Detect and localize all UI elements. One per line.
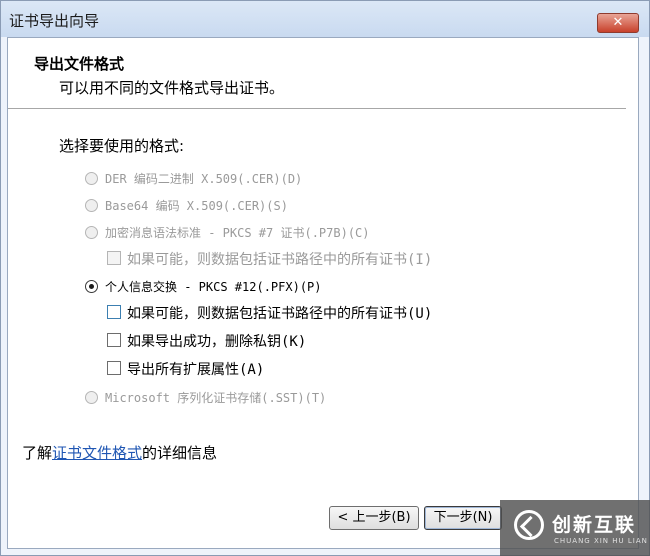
back-button[interactable]: < 上一步(B) bbox=[329, 506, 419, 530]
learn-more-prefix: 了解 bbox=[22, 444, 53, 462]
learn-more-suffix: 的详细信息 bbox=[142, 444, 218, 462]
radio-pkcs7-label: 加密消息语法标准 - PKCS #7 证书(.P7B)(C) bbox=[105, 226, 370, 240]
wizard-content: 导出文件格式 可以用不同的文件格式导出证书。 选择要使用的格式: DER 编码二… bbox=[7, 37, 639, 549]
watermark-overlay: 创新互联 CHUANG XIN HU LIAN bbox=[500, 500, 650, 556]
radio-pfx-label: 个人信息交换 - PKCS #12(.PFX)(P) bbox=[105, 280, 322, 294]
radio-button-icon[interactable] bbox=[85, 226, 98, 239]
brand-logo-icon bbox=[514, 510, 544, 540]
page-subtitle: 可以用不同的文件格式导出证书。 bbox=[59, 79, 285, 97]
watermark-brand-en: CHUANG XIN HU LIAN bbox=[554, 537, 648, 545]
close-button[interactable]: ✕ bbox=[597, 13, 639, 33]
checkbox-icon[interactable] bbox=[107, 361, 121, 375]
radio-der-label: DER 编码二进制 X.509(.CER)(D) bbox=[105, 172, 303, 186]
radio-button-selected-icon[interactable] bbox=[85, 280, 98, 293]
radio-sst-label: Microsoft 序列化证书存储(.SST)(T) bbox=[105, 391, 327, 405]
radio-button-icon[interactable] bbox=[85, 199, 98, 212]
checkbox-pkcs7-include-chain-label: 如果可能，则数据包括证书路径中的所有证书(I) bbox=[127, 252, 433, 268]
window-title: 证书导出向导 bbox=[9, 12, 100, 30]
header-divider bbox=[8, 108, 626, 109]
title-bar[interactable]: 证书导出向导 ✕ bbox=[1, 1, 649, 37]
checkbox-export-extended-properties-label: 导出所有扩展属性(A) bbox=[127, 362, 265, 378]
radio-button-icon[interactable] bbox=[85, 391, 98, 404]
checkbox-icon[interactable] bbox=[107, 251, 121, 265]
checkbox-pfx-include-chain-label: 如果可能，则数据包括证书路径中的所有证书(U) bbox=[127, 306, 433, 322]
watermark-brand-cn: 创新互联 bbox=[552, 514, 637, 536]
format-group-label: 选择要使用的格式: bbox=[59, 137, 185, 155]
checkbox-icon[interactable] bbox=[107, 305, 121, 319]
learn-more-line: 了解证书文件格式的详细信息 bbox=[22, 442, 217, 463]
radio-button-icon[interactable] bbox=[85, 172, 98, 185]
certificate-export-wizard-window: 证书导出向导 ✕ 导出文件格式 可以用不同的文件格式导出证书。 选择要使用的格式… bbox=[0, 0, 650, 556]
next-button[interactable]: 下一步(N) bbox=[424, 506, 502, 530]
checkbox-delete-private-key-label: 如果导出成功，删除私钥(K) bbox=[127, 334, 307, 350]
page-title: 导出文件格式 bbox=[34, 55, 125, 73]
radio-base64-label: Base64 编码 X.509(.CER)(S) bbox=[105, 199, 288, 213]
certificate-formats-link[interactable]: 证书文件格式 bbox=[52, 444, 142, 462]
checkbox-icon[interactable] bbox=[107, 333, 121, 347]
